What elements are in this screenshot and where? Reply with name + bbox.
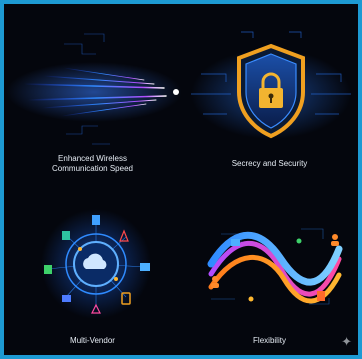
shield-lock-icon — [191, 31, 351, 139]
panel-caption: Secrecy and Security — [181, 159, 358, 169]
panel-caption: Flexibility — [181, 336, 358, 346]
panel-multi-vendor: Multi-Vendor — [4, 179, 181, 354]
panel-security: Secrecy and Security — [181, 4, 358, 179]
panel-caption: Enhanced Wireless Communication Speed — [4, 154, 181, 174]
speed-streaks-icon — [6, 33, 181, 145]
flexible-network-icon — [207, 228, 343, 305]
sparkle-icon: ✦ — [341, 335, 352, 350]
cloud-hub-icon — [41, 209, 151, 319]
caption-line: Flexibility — [253, 336, 286, 345]
caption-line: Enhanced Wireless — [58, 154, 127, 163]
infographic-grid: Enhanced Wireless Communication Speed Se… — [4, 4, 358, 355]
caption-line: Communication Speed — [52, 164, 133, 173]
panel-caption: Multi-Vendor — [4, 336, 181, 346]
panel-flexibility: Flexibility — [181, 179, 358, 354]
panel-wireless-speed: Enhanced Wireless Communication Speed — [4, 4, 181, 179]
caption-line: Secrecy and Security — [231, 159, 308, 168]
caption-line: Multi-Vendor — [70, 336, 115, 345]
